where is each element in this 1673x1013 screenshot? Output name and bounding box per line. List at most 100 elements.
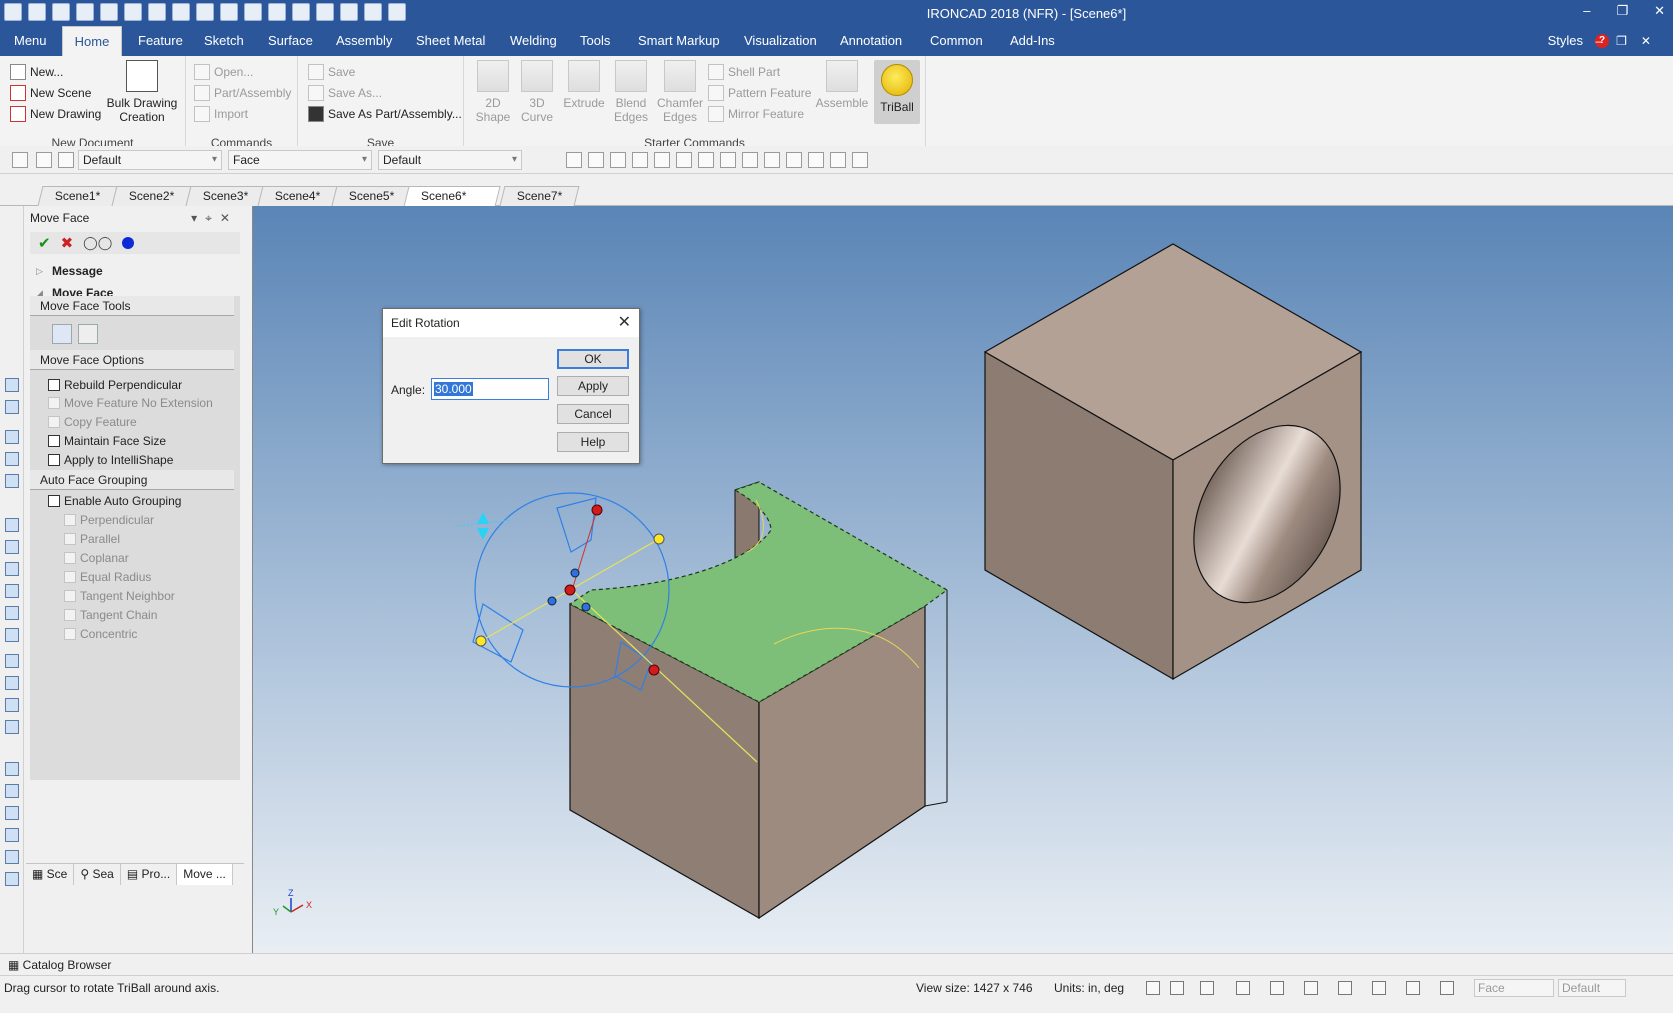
view-cube-icon[interactable]	[1236, 981, 1250, 995]
select-filter-icon[interactable]	[58, 152, 74, 168]
strip-tool-icon-15[interactable]	[5, 720, 19, 734]
ok-button[interactable]: OK	[557, 349, 629, 369]
strip-tool-icon-20[interactable]	[5, 850, 19, 864]
status-cursor-icon[interactable]	[1440, 981, 1454, 995]
catalog-browser-bar[interactable]: ▦ Catalog Browser	[0, 953, 1673, 975]
triball-rotate-arrow-up[interactable]	[477, 512, 489, 524]
strip-tool-icon-13[interactable]	[5, 676, 19, 690]
help-button[interactable]: Help	[557, 432, 629, 452]
tab-scene1[interactable]: Scene1*	[37, 186, 118, 206]
strip-tool-icon-3[interactable]	[5, 430, 19, 444]
tab-feature[interactable]: Feature	[130, 26, 191, 56]
view-tool-icon-7[interactable]	[698, 152, 714, 168]
shape-2d-button[interactable]: 2D Shape	[472, 60, 514, 124]
tab-scene3[interactable]: Scene3*	[185, 186, 266, 206]
triball-center[interactable]	[564, 584, 576, 596]
blend-edges-button[interactable]: Blend Edges	[610, 60, 652, 124]
tab-scene4[interactable]: Scene4*	[257, 186, 338, 206]
tab-search[interactable]: ⚲ Sea	[74, 864, 121, 885]
select-part-icon[interactable]	[12, 152, 28, 168]
tangent-chain-checkbox[interactable]: Tangent Chain	[64, 606, 157, 624]
tangent-neighbor-checkbox[interactable]: Tangent Neighbor	[64, 587, 175, 605]
tab-smart-markup[interactable]: Smart Markup	[630, 26, 728, 56]
triball-handle-blue-3[interactable]	[581, 602, 591, 612]
new-drawing-button[interactable]: New Drawing	[10, 104, 101, 124]
view-tool-icon-5[interactable]	[654, 152, 670, 168]
strip-tool-icon-18[interactable]	[5, 806, 19, 820]
move-feature-no-extension-checkbox[interactable]: Move Feature No Extension	[48, 394, 213, 412]
display-icon[interactable]	[1372, 981, 1386, 995]
new-scene-button[interactable]: New Scene	[10, 83, 91, 103]
triball-handle-blue-2[interactable]	[547, 596, 557, 606]
view-tool-icon-12[interactable]	[808, 152, 824, 168]
select-cursor-icon[interactable]	[36, 152, 52, 168]
strip-tool-icon-19[interactable]	[5, 828, 19, 842]
extrude-button[interactable]: Extrude	[560, 60, 608, 110]
restore-button[interactable]: ❐	[1616, 3, 1628, 19]
view-tool-icon-9[interactable]	[742, 152, 758, 168]
render-mode-icon[interactable]	[1270, 981, 1284, 995]
apply-button[interactable]: Apply	[557, 376, 629, 396]
strip-tool-icon-8[interactable]	[5, 562, 19, 576]
close-button[interactable]: ✕	[1654, 3, 1665, 19]
enable-auto-grouping-checkbox[interactable]: Enable Auto Grouping	[48, 492, 181, 510]
shell-part-button[interactable]: Shell Part	[708, 62, 780, 82]
view-tool-icon-8[interactable]	[720, 152, 736, 168]
translate-face-tool-icon[interactable]	[78, 324, 98, 344]
bulk-drawing-creation-button[interactable]: Bulk Drawing Creation	[104, 60, 180, 124]
strip-tool-icon-11[interactable]	[5, 628, 19, 642]
triball-handle-blue-1[interactable]	[570, 568, 580, 578]
check-icon[interactable]: ✔	[38, 234, 51, 252]
view-tool-icon-14[interactable]	[852, 152, 868, 168]
view-tool-icon-11[interactable]	[786, 152, 802, 168]
triball-rotate-arrow-down[interactable]	[477, 528, 489, 540]
strip-tool-icon-5[interactable]	[5, 474, 19, 488]
view-tool-icon-6[interactable]	[676, 152, 692, 168]
tab-scene-browser[interactable]: ▦ Sce	[26, 864, 75, 885]
tab-properties[interactable]: ▤ Pro...	[121, 864, 178, 885]
tab-home[interactable]: Home	[62, 26, 122, 56]
tab-surface[interactable]: Surface	[260, 26, 321, 56]
strip-tool-icon-16[interactable]	[5, 762, 19, 776]
strip-tool-icon-10[interactable]	[5, 606, 19, 620]
layers-icon[interactable]	[1406, 981, 1420, 995]
view-tool-icon-4[interactable]	[632, 152, 648, 168]
tab-welding[interactable]: Welding	[502, 26, 565, 56]
view-tool-icon-10[interactable]	[764, 152, 780, 168]
tab-scene7[interactable]: Scene7*	[499, 186, 580, 206]
save-as-part-assembly-button[interactable]: Save As Part/Assembly...	[308, 104, 462, 124]
view-tool-icon-13[interactable]	[830, 152, 846, 168]
triball-button[interactable]: TriBall	[874, 60, 920, 124]
triball-handle-yellow-2[interactable]	[475, 635, 487, 647]
zoom-icon[interactable]	[1146, 981, 1160, 995]
orbit-icon[interactable]	[1200, 981, 1214, 995]
strip-tool-icon-17[interactable]	[5, 784, 19, 798]
view-tool-icon-3[interactable]	[610, 152, 626, 168]
status-default-combo[interactable]: Default	[1558, 979, 1626, 997]
tab-tools[interactable]: Tools	[572, 26, 618, 56]
material-combo[interactable]: Default	[378, 150, 522, 170]
view-tool-icon-2[interactable]	[588, 152, 604, 168]
assemble-button[interactable]: Assemble	[814, 60, 870, 110]
save-button[interactable]: Save	[308, 62, 355, 82]
strip-tool-icon-9[interactable]	[5, 584, 19, 598]
style-combo[interactable]: Default	[78, 150, 222, 170]
coplanar-checkbox[interactable]: Coplanar	[64, 549, 129, 567]
triball-axis-3[interactable]	[571, 509, 598, 591]
equal-radius-checkbox[interactable]: Equal Radius	[64, 568, 151, 586]
triball-handle-red-2[interactable]	[648, 664, 660, 676]
cancel-button[interactable]: Cancel	[557, 404, 629, 424]
open-button[interactable]: Open...	[194, 62, 253, 82]
pattern-feature-button[interactable]: Pattern Feature	[708, 83, 811, 103]
mirror-feature-button[interactable]: Mirror Feature	[708, 104, 804, 124]
tab-sheet-metal[interactable]: Sheet Metal	[408, 26, 493, 56]
tab-common[interactable]: Common	[922, 26, 991, 56]
tab-sketch[interactable]: Sketch	[196, 26, 252, 56]
strip-tool-icon-2[interactable]	[5, 400, 19, 414]
import-button[interactable]: Import	[194, 104, 248, 124]
triball-handle-yellow-1[interactable]	[653, 533, 665, 545]
status-face-combo[interactable]: Face	[1474, 979, 1554, 997]
dialog-close-icon[interactable]: ✕	[618, 309, 631, 337]
chamfer-edges-button[interactable]: Chamfer Edges	[654, 60, 706, 124]
tab-scene2[interactable]: Scene2*	[111, 186, 192, 206]
